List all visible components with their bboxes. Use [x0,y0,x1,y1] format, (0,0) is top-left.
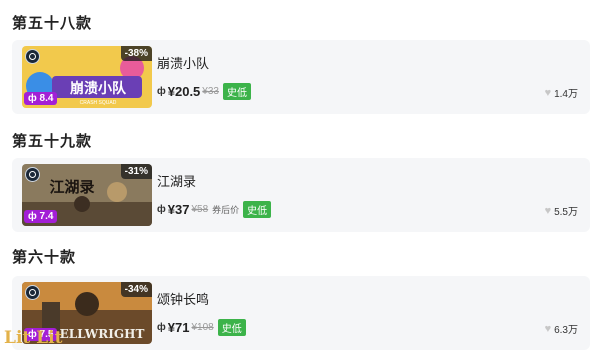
score-badge: ф 7.4 [24,210,58,223]
heart-icon: ♥ [544,322,552,335]
game-card[interactable]: ELLWRIGHT -34% ф 7.5 颂钟长鸣 ф ¥71 ¥108 史低 … [12,276,590,350]
steam-icon [25,167,40,182]
price-row: ф ¥37 ¥58 券后价 史低 [157,200,272,218]
coin-icon: ф [157,85,166,97]
current-price: ¥37 [167,201,190,217]
coin-icon: ф [157,321,166,333]
original-price: ¥58 [191,203,209,215]
game-cover[interactable]: 崩溃小队 CRASH SQUAD -38% ф 8.4 [22,46,152,108]
steam-icon [25,49,40,64]
section-title: 第六十款 [12,248,77,266]
cover-subtitle: CRASH SQUAD [80,100,117,106]
heart-icon: ♥ [544,86,552,99]
steam-icon [25,285,40,300]
original-price: ¥108 [191,321,214,333]
heart-icon: ♥ [544,204,552,217]
game-name[interactable]: 颂钟长鸣 [157,289,209,308]
likes[interactable]: ♥ 1.4万 [544,85,578,101]
game-card[interactable]: 崩溃小队 CRASH SQUAD -38% ф 8.4 崩溃小队 ф ¥20.5… [12,40,590,114]
coin-icon: ф [157,203,166,215]
score-logo-icon: ф [28,211,37,222]
score-badge: ф 8.4 [24,92,58,105]
lowest-price-tag: 史低 [243,200,272,218]
discount-badge: -38% [120,46,152,61]
likes[interactable]: ♥ 5.5万 [544,203,578,219]
lowest-price-tag: 史低 [222,82,251,100]
section-title: 第五十九款 [12,132,93,150]
likes-count: 6.3万 [554,325,578,336]
likes-count: 1.4万 [554,89,578,100]
game-name[interactable]: 江湖录 [157,171,196,190]
game-name[interactable]: 崩溃小队 [157,53,209,72]
discount-badge: -31% [120,164,152,179]
cover-title: 崩溃小队 [70,80,127,97]
section-title: 第五十八款 [12,14,93,32]
price-row: ф ¥71 ¥108 史低 [157,318,246,336]
original-price: ¥33 [202,85,219,97]
likes[interactable]: ♥ 6.3万 [544,321,578,337]
price-row: ф ¥20.5 ¥33 史低 [157,82,251,100]
likes-count: 5.5万 [554,207,578,218]
current-price: ¥20.5 [167,83,201,99]
current-price: ¥71 [167,319,190,335]
game-card[interactable]: 江湖录 -31% ф 7.4 江湖录 ф ¥37 ¥58 券后价 史低 ♥ 5.5… [12,158,590,232]
cover-title: 江湖录 [49,178,94,196]
coupon-label: 券后价 [212,204,240,215]
watermark: Lit Lit [4,328,63,348]
cover-title: ELLWRIGHT [60,327,145,341]
lowest-price-tag: 史低 [217,318,246,336]
discount-badge: -34% [120,282,152,297]
game-cover[interactable]: 江湖录 -31% ф 7.4 [22,164,152,226]
score-logo-icon: ф [28,93,37,104]
